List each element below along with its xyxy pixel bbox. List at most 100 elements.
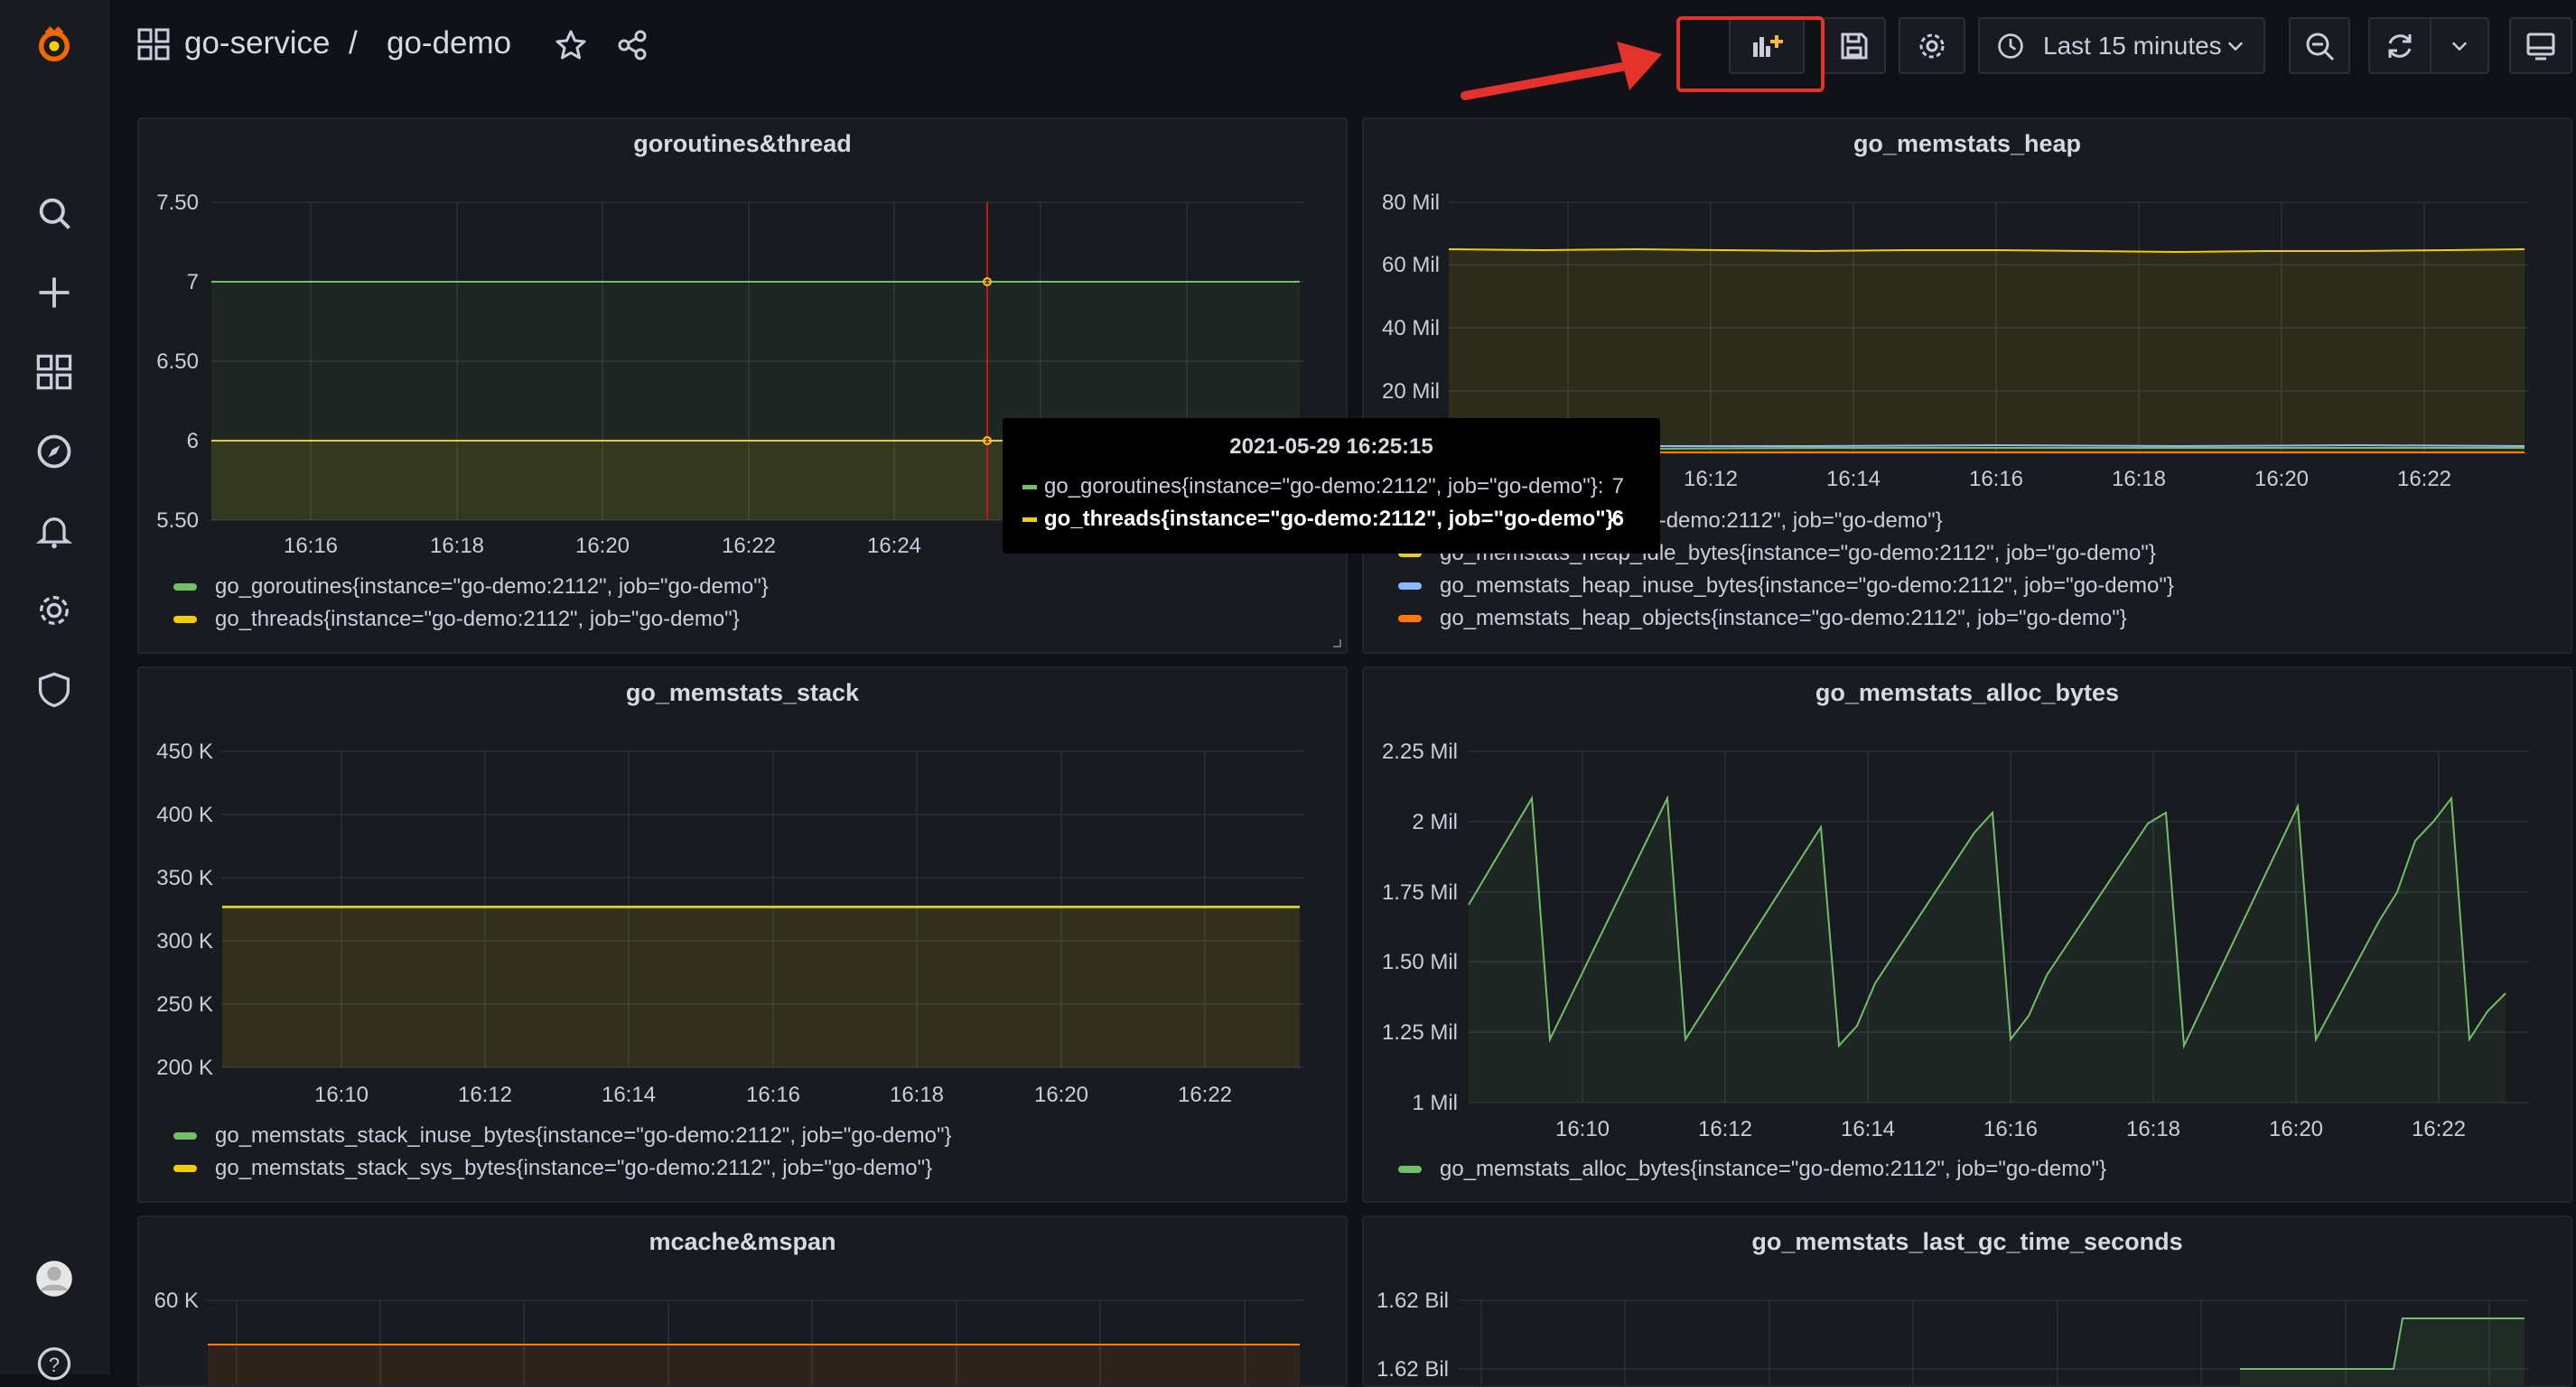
legend-item[interactable]: go_memstats_alloc_bytes{instance="go-dem…	[1398, 1153, 2106, 1186]
panel-go-memstats-stack[interactable]: go_memstats_stack 450 K 400 K 350 K 300 …	[137, 666, 1348, 1203]
y-tick: 5.50	[156, 508, 199, 533]
plus-icon[interactable]	[33, 271, 76, 314]
x-tick: 16:14	[1826, 467, 1881, 491]
tooltip-time: 2021-05-29 16:25:15	[1229, 434, 1433, 459]
panel-go-memstats-alloc-bytes[interactable]: go_memstats_alloc_bytes 2.25 Mil 2 Mil 1…	[1362, 666, 2572, 1203]
legend-swatch	[173, 1165, 197, 1172]
shield-icon[interactable]	[33, 668, 76, 712]
y-tick: 7.50	[156, 191, 199, 215]
x-tick: 16:22	[2412, 1117, 2466, 1141]
series-area-stack	[222, 907, 1300, 1067]
y-tick: 60 Mil	[1382, 253, 1440, 277]
breadcrumb-dashboard[interactable]: go-demo	[387, 25, 511, 61]
x-tick: 16:10	[1555, 1117, 1610, 1141]
panel-mcache-mspan[interactable]: mcache&mspan 60 K	[137, 1215, 1348, 1387]
x-tick: 16:16	[1983, 1117, 2038, 1141]
tooltip-label: go_goroutines{instance="go-demo:2112", j…	[1044, 474, 1604, 498]
x-tick: 16:20	[2254, 467, 2309, 491]
x-tick: 16:16	[1969, 467, 2023, 491]
panel-goroutines-thread[interactable]: goroutines&thread 7.50 7 6.50 6 5.50 16:…	[137, 117, 1348, 654]
chart-go-memstats-alloc-bytes: 2.25 Mil 2 Mil 1.75 Mil 1.50 Mil 1.25 Mi…	[1382, 740, 2529, 1141]
x-tick: 16:16	[746, 1083, 800, 1107]
tooltip-value: 7	[1611, 474, 1624, 498]
x-tick: 16:12	[1698, 1117, 1752, 1141]
legend: go_memstats_stack_inuse_bytes{instance="…	[173, 1120, 951, 1185]
zoom-out-button[interactable]	[2289, 17, 2350, 74]
y-tick: 6.50	[156, 349, 199, 374]
x-tick: 16:12	[1684, 467, 1738, 491]
tooltip-row: go_goroutines{instance="go-demo:2112", j…	[1022, 470, 1642, 503]
explore-icon[interactable]	[33, 430, 76, 473]
y-tick: 80 Mil	[1382, 191, 1440, 215]
legend-label: go_memstats_alloc_bytes{instance="go-dem…	[1440, 1157, 2107, 1181]
x-tick: 16:24	[867, 534, 921, 558]
y-tick: 200 K	[156, 1056, 213, 1080]
y-tick: 20 Mil	[1382, 379, 1440, 404]
dashboard-settings-button[interactable]	[1899, 17, 1965, 74]
y-tick: 40 Mil	[1382, 316, 1440, 340]
svg-text:?: ?	[49, 1354, 60, 1376]
legend-label: go_memstats_heap_inuse_bytes{instance="g…	[1440, 573, 2174, 598]
y-tick: 1.25 Mil	[1382, 1020, 1458, 1045]
legend-item[interactable]: go_goroutines{instance="go-demo:2112", j…	[173, 571, 769, 603]
x-tick: 16:20	[1034, 1083, 1088, 1107]
tooltip-rows: go_goroutines{instance="go-demo:2112", j…	[1022, 470, 1642, 535]
legend-swatch	[1398, 582, 1422, 590]
y-tick: 1.50 Mil	[1382, 950, 1458, 974]
time-range-label: Last 15 minutes	[2043, 31, 2222, 60]
search-icon[interactable]	[33, 191, 76, 235]
legend-item[interactable]: go_memstats_heap_inuse_bytes{instance="g…	[1398, 570, 2174, 602]
series-area-last-gc	[2240, 1318, 2525, 1385]
tooltip-value: 6	[1611, 507, 1624, 531]
y-tick: 2 Mil	[1412, 810, 1458, 834]
x-tick: 16:14	[602, 1083, 656, 1107]
y-tick: 400 K	[156, 803, 213, 827]
gear-icon[interactable]	[33, 589, 76, 632]
x-tick: 16:10	[314, 1083, 369, 1107]
y-tick: 1.62 Bil	[1377, 1289, 1449, 1313]
grafana-logo-icon[interactable]	[33, 23, 76, 67]
legend-item[interactable]: go_threads{instance="go-demo:2112", job=…	[173, 603, 769, 636]
refresh-button[interactable]	[2368, 17, 2431, 74]
star-icon[interactable]	[555, 29, 587, 61]
refresh-interval-dropdown[interactable]	[2430, 17, 2489, 74]
save-dashboard-button[interactable]	[1823, 17, 1886, 74]
legend-swatch	[173, 616, 197, 623]
legend-item[interactable]: go_memstats_stack_sys_bytes{instance="go…	[173, 1152, 951, 1185]
x-tick: 16:22	[722, 534, 776, 558]
breadcrumb-folder[interactable]: go-service	[184, 25, 330, 61]
zoom-out-icon	[2306, 33, 2335, 61]
tooltip-label: go_threads{instance="go-demo:2112", job=…	[1044, 507, 1621, 531]
legend-item[interactable]: go_memstats_stack_inuse_bytes{instance="…	[173, 1120, 951, 1152]
dashboard-grid-icon	[137, 28, 170, 61]
tooltip-swatch	[1022, 517, 1037, 522]
alerting-icon[interactable]	[33, 509, 76, 553]
y-tick: 6	[187, 429, 199, 453]
legend-swatch	[173, 583, 197, 591]
panel-go-memstats-last-gc-time-seconds[interactable]: go_memstats_last_gc_time_seconds 1.62 Bi…	[1362, 1215, 2572, 1387]
x-tick: 16:22	[1178, 1083, 1232, 1107]
legend-item[interactable]: go_memstats_heap_objects{instance="go-de…	[1398, 602, 2174, 635]
share-icon[interactable]	[616, 29, 649, 61]
dashboards-icon[interactable]	[33, 350, 76, 394]
tv-monitor-icon	[2526, 33, 2555, 60]
x-tick: 16:14	[1841, 1117, 1895, 1141]
x-tick: 16:20	[2269, 1117, 2323, 1141]
time-range-picker[interactable]: Last 15 minutes	[1978, 17, 2265, 74]
user-avatar-icon[interactable]	[33, 1257, 76, 1300]
y-tick: 2.25 Mil	[1382, 740, 1458, 764]
y-tick: 60 K	[154, 1289, 199, 1313]
series-area-alloc	[1469, 798, 2506, 1103]
resize-handle-icon[interactable]	[1331, 638, 1342, 648]
sidebar: ?	[0, 0, 109, 1381]
x-tick: 16:22	[2397, 467, 2451, 491]
y-tick: 1 Mil	[1412, 1091, 1458, 1115]
panel-go-memstats-heap[interactable]: go_memstats_heap 80 Mil 60 Mil 40 Mil 20…	[1362, 117, 2572, 654]
save-icon	[1841, 33, 1868, 59]
legend-label: go_goroutines{instance="go-demo:2112", j…	[215, 574, 769, 599]
view-mode-button[interactable]	[2509, 17, 2572, 74]
legend-swatch	[1398, 615, 1422, 622]
help-icon[interactable]: ?	[33, 1340, 76, 1383]
x-tick: 16:20	[575, 534, 630, 558]
legend-label: go_memstats_heap_objects{instance="go-de…	[1440, 606, 2127, 630]
